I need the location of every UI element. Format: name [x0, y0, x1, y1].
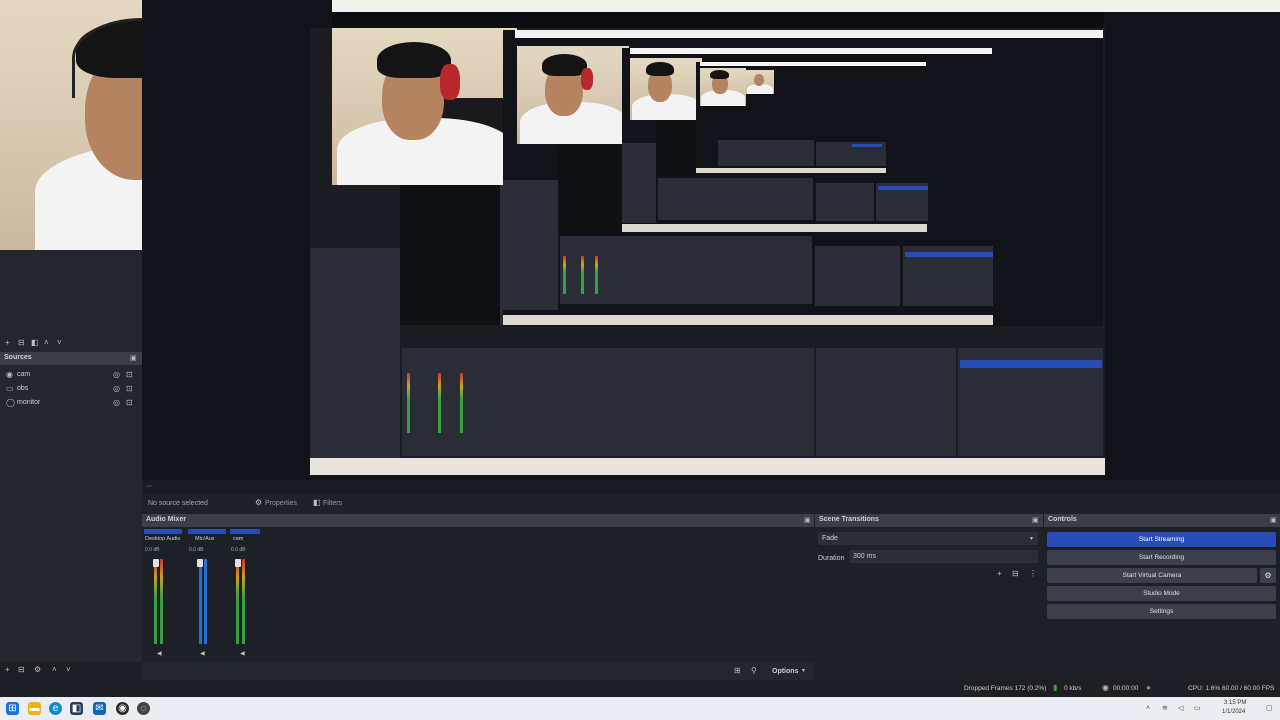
- stream-icon: ◉: [1102, 683, 1109, 692]
- link-icon[interactable]: ⚲: [751, 667, 757, 675]
- options-button[interactable]: Options: [772, 668, 798, 675]
- properties-button[interactable]: Properties: [265, 500, 297, 507]
- dock-float-icon[interactable]: ▣: [804, 517, 811, 525]
- transition-select[interactable]: Fade ▾: [818, 532, 1038, 545]
- speaker-icon[interactable]: ◀: [240, 650, 245, 658]
- sources-title: Sources: [0, 352, 142, 365]
- unlock-icon[interactable]: ⊡: [126, 371, 133, 379]
- no-source-selected: No source selected: [148, 500, 208, 507]
- grid-icon[interactable]: ⊞: [734, 667, 741, 675]
- status-bar: Dropped Frames 172 (0.2%) ▮ 0 kb/s ◉ 00:…: [0, 680, 1280, 697]
- audio-mixer-title: Audio Mixer: [142, 514, 814, 527]
- taskbar: ⊞ ▬ e ◧ ✉ ◉ ◌ ˄ ≋ ◁ ▭ 3:15 PM 1/1/2024 ▢: [0, 697, 1280, 720]
- cpu-usage: CPU: 1.6%: [1188, 685, 1221, 692]
- up-icon[interactable]: ˄: [44, 339, 49, 347]
- dock-float-icon[interactable]: ▣: [1032, 517, 1039, 525]
- display-capture-icon: ◯: [6, 398, 15, 407]
- unlock-icon[interactable]: ⊡: [126, 385, 133, 393]
- edge-icon[interactable]: e: [49, 702, 62, 715]
- virtual-camera-settings-button[interactable]: ⚙: [1260, 568, 1276, 583]
- remove-icon[interactable]: ⊟: [18, 339, 25, 347]
- controls-title: Controls: [1044, 514, 1280, 527]
- source-settings-icon[interactable]: ⚙: [34, 666, 41, 674]
- source-toolbar: ⋯: [142, 480, 1280, 494]
- camera-icon: ◉: [6, 370, 13, 379]
- volume-slider[interactable]: [153, 559, 159, 567]
- dropped-frames: Dropped Frames 172 (0.2%): [964, 685, 1047, 692]
- clock-date[interactable]: 1/1/2024: [1222, 709, 1245, 715]
- remove-source-icon[interactable]: ⊟: [18, 666, 25, 674]
- start-streaming-button[interactable]: Start Streaming: [1047, 532, 1276, 547]
- mixer-channel-desktop: Desktop Audio 0.0 dB ◀: [144, 529, 182, 659]
- dock-float-icon[interactable]: ▣: [130, 355, 137, 363]
- nested-obs-level-4: [696, 62, 926, 174]
- clock-time[interactable]: 3:15 PM: [1224, 700, 1246, 706]
- tray-chevron-icon[interactable]: ˄: [1146, 705, 1150, 713]
- gear-icon: ⚙: [1264, 571, 1272, 580]
- add-source-icon[interactable]: +: [5, 666, 10, 674]
- start-recording-button[interactable]: Start Recording: [1047, 550, 1276, 565]
- signal-icon: ▮: [1053, 683, 1058, 692]
- mixer-footer: ⊞ ⚲ Options ▾: [142, 662, 814, 680]
- scenes-dock: + ⊟ ◧ ˄ ˅: [0, 250, 142, 352]
- gear-icon: ⚙: [255, 498, 263, 507]
- drag-handle-icon: ⋯: [146, 484, 152, 490]
- window-capture-icon: ▭: [6, 384, 14, 393]
- eye-icon[interactable]: ◎: [113, 385, 120, 393]
- filter-icon: ◧: [313, 498, 321, 507]
- menu-icon[interactable]: ⋮: [1029, 570, 1037, 578]
- speaker-icon[interactable]: ◀: [157, 650, 162, 658]
- source-up-icon[interactable]: ˄: [52, 666, 57, 674]
- chevron-down-icon: ▾: [1030, 536, 1034, 542]
- volume-icon[interactable]: ◁: [1178, 705, 1183, 713]
- wifi-icon[interactable]: ≋: [1162, 705, 1168, 713]
- source-item-monitor[interactable]: ◯ monitor ◎ ⊡: [0, 397, 142, 409]
- start-virtual-camera-button[interactable]: Start Virtual Camera: [1047, 568, 1257, 583]
- add-icon[interactable]: +: [5, 339, 10, 347]
- mixer-channel-mic: Mic/Aux 0.0 dB ◀: [188, 529, 226, 659]
- record-icon: ●: [1146, 683, 1151, 692]
- rec-time: 00:00:00: [1113, 685, 1139, 692]
- chevron-down-icon[interactable]: ▾: [802, 667, 805, 675]
- windows-start-icon[interactable]: ⊞: [6, 702, 19, 715]
- mail-icon[interactable]: ✉: [93, 702, 106, 715]
- fps: 60.00 / 60.00 FPS: [1222, 685, 1275, 692]
- screen: { "scenes_dock": { "title": "Scenes", "c…: [0, 0, 1280, 720]
- source-down-icon[interactable]: ˅: [66, 666, 71, 674]
- add-icon[interactable]: +: [997, 570, 1002, 578]
- studio-mode-button[interactable]: Studio Mode: [1047, 586, 1276, 601]
- eye-icon[interactable]: ◎: [113, 371, 120, 379]
- bitrate: 0 kb/s: [1064, 685, 1082, 692]
- scene-transitions-title: Scene Transitions: [815, 514, 1043, 527]
- duration-label: Duration: [818, 555, 845, 562]
- controls-dock: Controls ▣ Start Streaming Start Recordi…: [1044, 514, 1280, 680]
- speaker-icon[interactable]: ◀: [200, 650, 205, 658]
- store-icon[interactable]: ◧: [70, 702, 83, 715]
- file-explorer-icon[interactable]: ▬: [28, 702, 41, 715]
- volume-slider[interactable]: [235, 559, 241, 567]
- remove-icon[interactable]: ⊟: [1012, 570, 1019, 578]
- scene-transitions-dock: Scene Transitions ▣ Fade ▾ Duration 300 …: [815, 514, 1043, 680]
- properties-bar: No source selected ⚙ Properties ◧ Filter…: [142, 494, 1280, 514]
- filter-icon[interactable]: ◧: [31, 339, 39, 347]
- duration-field[interactable]: 300 ms: [849, 550, 1038, 563]
- eye-icon[interactable]: ◎: [113, 399, 120, 407]
- audio-mixer-dock: Audio Mixer ▣ Desktop Audio 0.0 dB ◀ Mic…: [142, 514, 814, 662]
- source-item-cam[interactable]: ◉ cam ◎ ⊡: [0, 369, 142, 381]
- down-icon[interactable]: ˅: [57, 339, 62, 347]
- sources-dock: Sources ▣ ◉ cam ◎ ⊡ ▭ obs ◎ ⊡ ◯ monitor …: [0, 352, 142, 674]
- dock-float-icon[interactable]: ▣: [1270, 517, 1277, 525]
- settings-button[interactable]: Settings: [1047, 604, 1276, 619]
- source-item-obs[interactable]: ▭ obs ◎ ⊡: [0, 383, 142, 395]
- filters-button[interactable]: Filters: [323, 500, 342, 507]
- volume-slider[interactable]: [197, 559, 203, 567]
- obs-icon[interactable]: ◉: [116, 702, 129, 715]
- app-icon[interactable]: ◌: [137, 702, 150, 715]
- battery-icon[interactable]: ▭: [1194, 705, 1201, 713]
- unlock-icon[interactable]: ⊡: [126, 399, 133, 407]
- mixer-channel-cam: cam 0.0 dB ◀: [230, 529, 268, 659]
- notification-icon[interactable]: ▢: [1266, 705, 1273, 713]
